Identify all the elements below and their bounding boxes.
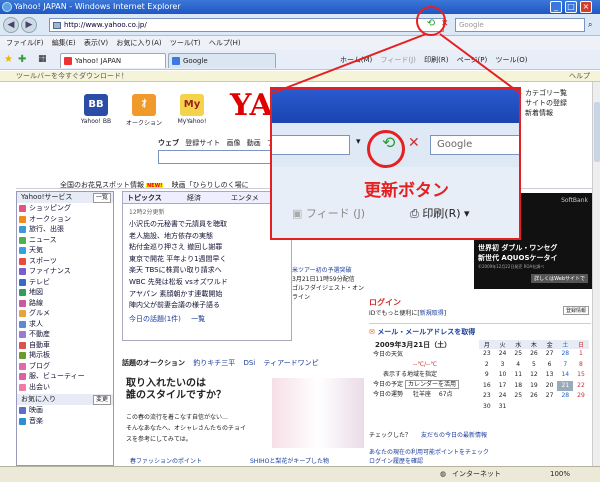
- security-zone: インターネット: [452, 470, 501, 478]
- callout-lines: [269, 33, 522, 95]
- zoom-level[interactable]: 100%: [550, 467, 570, 482]
- status-bar: ◍ インターネット 100%: [0, 466, 600, 482]
- globe-icon: ◍: [440, 470, 447, 478]
